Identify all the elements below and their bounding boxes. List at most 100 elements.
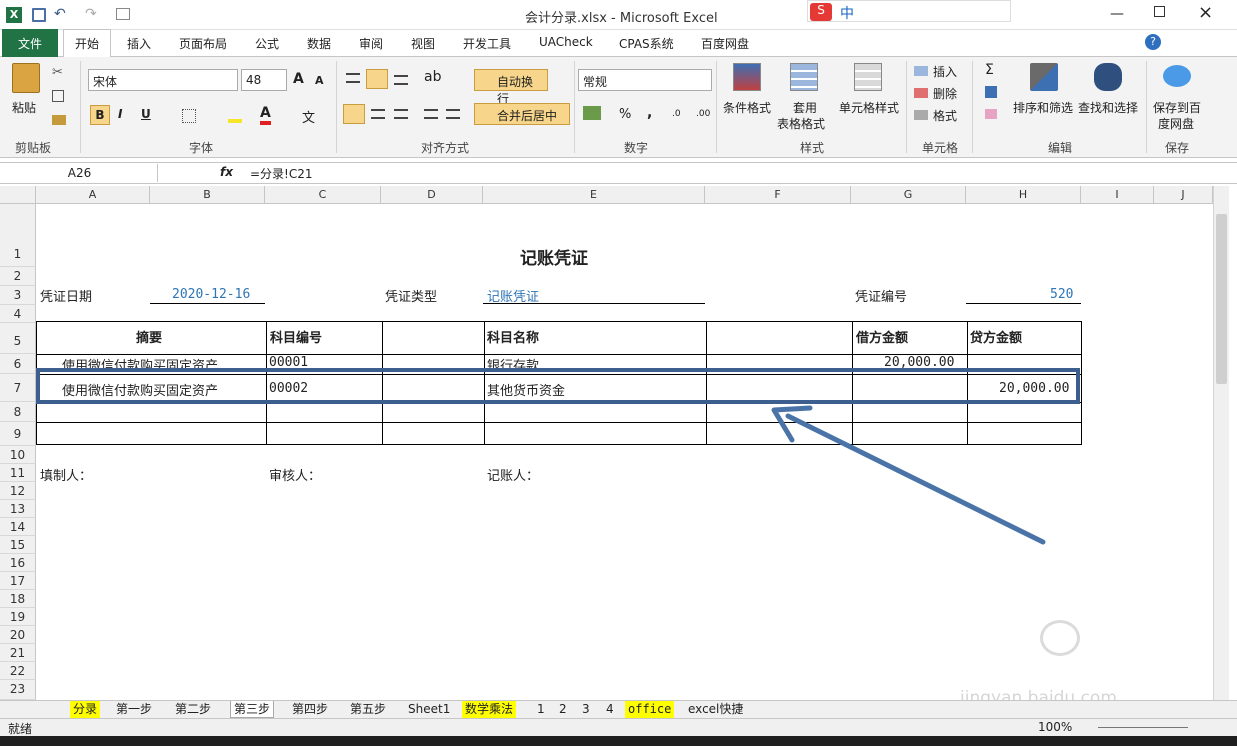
column-header[interactable]: J (1154, 186, 1213, 204)
insert-cells-icon[interactable] (914, 66, 928, 76)
border-icon[interactable] (182, 109, 196, 123)
sort-filter-icon[interactable] (1030, 63, 1058, 91)
row6-name[interactable]: 银行存款 (487, 355, 539, 369)
sheet-tab[interactable]: 第五步 (347, 701, 389, 718)
row-header[interactable]: 12 (0, 482, 36, 500)
row-header[interactable]: 14 (0, 518, 36, 536)
fill-color-icon[interactable] (228, 107, 242, 123)
fx-icon[interactable]: fx (220, 165, 233, 179)
percent-button[interactable]: % (619, 107, 631, 122)
sheet-tab[interactable]: 1 (534, 701, 548, 718)
save-baidu-button-2[interactable]: 度网盘 (1158, 115, 1194, 132)
sheet-tab[interactable]: office (625, 701, 675, 718)
tab-file[interactable]: 文件 (2, 29, 58, 57)
orientation-icon[interactable]: ab (424, 69, 441, 85)
date-value[interactable]: 2020-12-16 (172, 287, 250, 302)
row-header[interactable]: 10 (0, 446, 36, 464)
select-all-corner[interactable] (0, 186, 36, 204)
name-box[interactable]: A26 (2, 164, 158, 182)
sheet-tab[interactable]: 3 (579, 701, 593, 718)
sheet-tab[interactable]: 第四步 (289, 701, 331, 718)
currency-icon[interactable] (583, 106, 601, 120)
row-header[interactable]: 4 (0, 305, 36, 323)
sort-filter-button[interactable]: 排序和筛选 (1013, 99, 1073, 116)
paste-button[interactable]: 粘贴 (12, 99, 36, 116)
row-header[interactable]: 18 (0, 590, 36, 608)
tab-cpas[interactable]: CPAS系统 (619, 35, 674, 52)
maker-label[interactable]: 填制人： (40, 465, 92, 484)
shrink-font-icon[interactable]: A (315, 74, 324, 87)
tab-baidu-netdisk[interactable]: 百度网盘 (701, 35, 749, 52)
number-format-select[interactable]: 常规 (578, 69, 712, 91)
sheet-tab[interactable]: 4 (603, 701, 617, 718)
row6-summary[interactable]: 使用微信付款购买固定资产 (62, 355, 218, 369)
column-header[interactable]: E (483, 186, 705, 204)
redo-icon[interactable]: ↷ (85, 6, 97, 22)
find-select-icon[interactable] (1094, 63, 1122, 91)
undo-icon[interactable]: ↶ (54, 6, 66, 22)
scroll-thumb[interactable] (1216, 214, 1227, 384)
header-debit[interactable]: 借方金额 (856, 327, 908, 346)
grow-font-icon[interactable]: A (293, 71, 304, 87)
table-format-button-2[interactable]: 表格格式 (777, 115, 825, 132)
sheet-tab[interactable]: Sheet1 (405, 701, 453, 718)
column-header[interactable]: F (705, 186, 851, 204)
row-header[interactable]: 22 (0, 662, 36, 680)
row-header[interactable]: 20 (0, 626, 36, 644)
header-name[interactable]: 科目名称 (487, 327, 539, 346)
tab-view[interactable]: 视图 (411, 35, 435, 52)
bold-button[interactable]: B (90, 105, 110, 125)
fill-icon[interactable] (985, 86, 997, 98)
tab-review[interactable]: 审阅 (359, 35, 383, 52)
find-select-button[interactable]: 查找和选择 (1078, 99, 1138, 116)
zoom-slider[interactable] (1098, 727, 1188, 728)
comma-button[interactable]: , (647, 105, 652, 121)
row-header[interactable]: 2 (0, 267, 36, 286)
increase-decimal-icon[interactable]: .0 (672, 109, 681, 119)
reviewer-label[interactable]: 审核人： (269, 465, 321, 484)
number-value[interactable]: 520 (1050, 287, 1073, 302)
font-name-select[interactable]: 宋体 (88, 69, 238, 91)
align-middle-icon[interactable] (366, 69, 388, 89)
font-color-icon[interactable]: A (260, 105, 271, 125)
row-header[interactable]: 1 (0, 204, 36, 267)
align-center-icon[interactable] (371, 109, 385, 119)
decrease-indent-icon[interactable] (424, 109, 438, 119)
help-icon[interactable]: ? (1145, 34, 1161, 50)
clear-icon[interactable] (985, 109, 997, 119)
merge-center-button[interactable]: 合并后居中 (474, 103, 570, 125)
column-header[interactable]: C (265, 186, 381, 204)
column-header[interactable]: A (36, 186, 150, 204)
row-header[interactable]: 19 (0, 608, 36, 626)
format-cells-icon[interactable] (914, 110, 928, 120)
sheet-tab[interactable]: 第一步 (113, 701, 155, 718)
autosum-icon[interactable]: Σ (985, 62, 994, 78)
row-header[interactable]: 21 (0, 644, 36, 662)
row-header[interactable]: 8 (0, 402, 36, 422)
column-header[interactable]: G (851, 186, 966, 204)
sheet-tab-active[interactable]: 第三步 (230, 701, 275, 718)
formula-input[interactable]: =分录!C21 (250, 165, 313, 182)
phonetic-icon[interactable]: 文 (302, 107, 315, 126)
close-button[interactable]: × (1198, 2, 1213, 23)
tab-home[interactable]: 开始 (63, 29, 111, 57)
format-painter-icon[interactable] (52, 115, 66, 125)
row6-code[interactable]: 00001 (269, 355, 308, 369)
quick-print-icon[interactable] (116, 8, 130, 20)
tab-developer[interactable]: 开发工具 (463, 35, 511, 52)
row-header[interactable]: 9 (0, 422, 36, 446)
zoom-level[interactable]: 100% (1038, 720, 1072, 734)
tab-insert[interactable]: 插入 (127, 35, 151, 52)
table-format-icon[interactable] (790, 63, 818, 91)
row-header[interactable]: 5 (0, 323, 36, 354)
underline-button[interactable]: U (141, 107, 151, 121)
tab-data[interactable]: 数据 (307, 35, 331, 52)
type-label[interactable]: 凭证类型 (385, 286, 437, 305)
align-top-icon[interactable] (346, 73, 360, 83)
table-format-button-1[interactable]: 套用 (793, 99, 817, 116)
voucher-title[interactable]: 记账凭证 (520, 244, 588, 269)
maximize-button[interactable] (1154, 6, 1165, 17)
ime-toolbar[interactable]: S 中 (807, 0, 1011, 22)
insert-cells-button[interactable]: 插入 (933, 63, 957, 80)
row6-debit[interactable]: 20,000.00 (884, 355, 954, 369)
